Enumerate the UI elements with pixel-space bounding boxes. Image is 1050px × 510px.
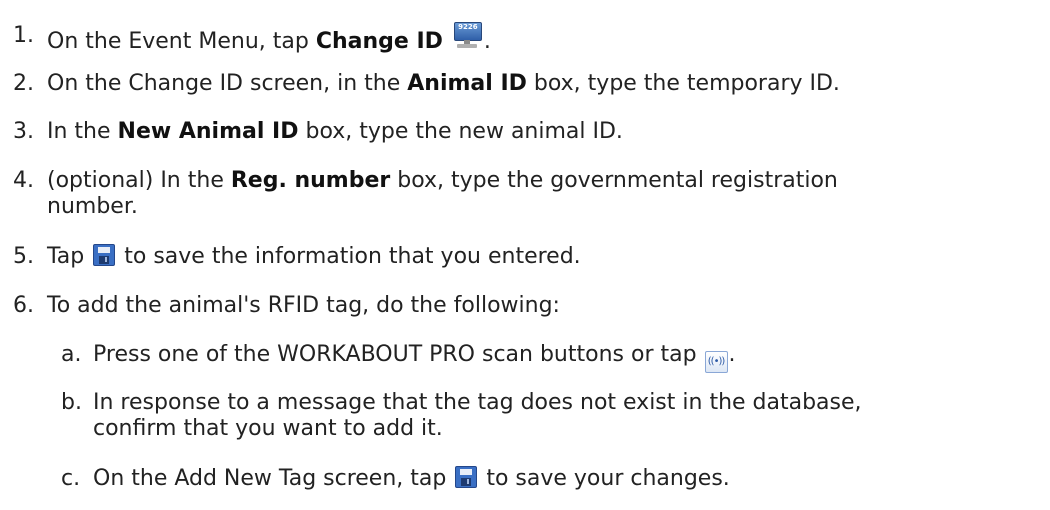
- substep-text: On the Add New Tag screen, tap to save y…: [93, 466, 730, 491]
- step-text: On the Change ID screen, in the Animal I…: [47, 71, 840, 96]
- step-text: (optional) In the Reg. number box, type …: [47, 168, 838, 193]
- step-text: To add the animal's RFID tag, do the fol…: [47, 293, 560, 318]
- change-id-icon: 9226: [452, 22, 482, 50]
- substep-text: confirm that you want to add it.: [93, 416, 443, 441]
- step-text: In the New Animal ID box, type the new a…: [47, 119, 623, 144]
- step-number: 5.: [13, 244, 34, 269]
- save-icon: [455, 466, 478, 488]
- step-number: 4.: [13, 168, 34, 193]
- step-number: 6.: [13, 293, 34, 318]
- substep-letter: b.: [61, 390, 82, 415]
- step-number: 2.: [13, 71, 34, 96]
- substep-letter: c.: [61, 466, 81, 491]
- scan-icon: ((•)): [704, 351, 728, 373]
- step-text: Tap to save the information that you ent…: [47, 244, 581, 269]
- ui-term: Animal ID: [407, 71, 527, 96]
- substep-text: Press one of the WORKABOUT PRO scan butt…: [93, 341, 736, 373]
- save-icon: [93, 244, 116, 266]
- substep-text: In response to a message that the tag do…: [93, 390, 862, 415]
- step-number: 3.: [13, 119, 34, 144]
- ui-term: Change ID: [315, 29, 443, 54]
- step-text: On the Event Menu, tap Change ID 9226.: [47, 22, 491, 54]
- step-number: 1.: [13, 23, 34, 48]
- instruction-list: 1. On the Event Menu, tap Change ID 9226…: [0, 0, 1050, 510]
- ui-term: New Animal ID: [117, 119, 299, 144]
- ui-term: Reg. number: [230, 168, 391, 193]
- substep-letter: a.: [61, 342, 82, 367]
- step-text: number.: [47, 194, 138, 219]
